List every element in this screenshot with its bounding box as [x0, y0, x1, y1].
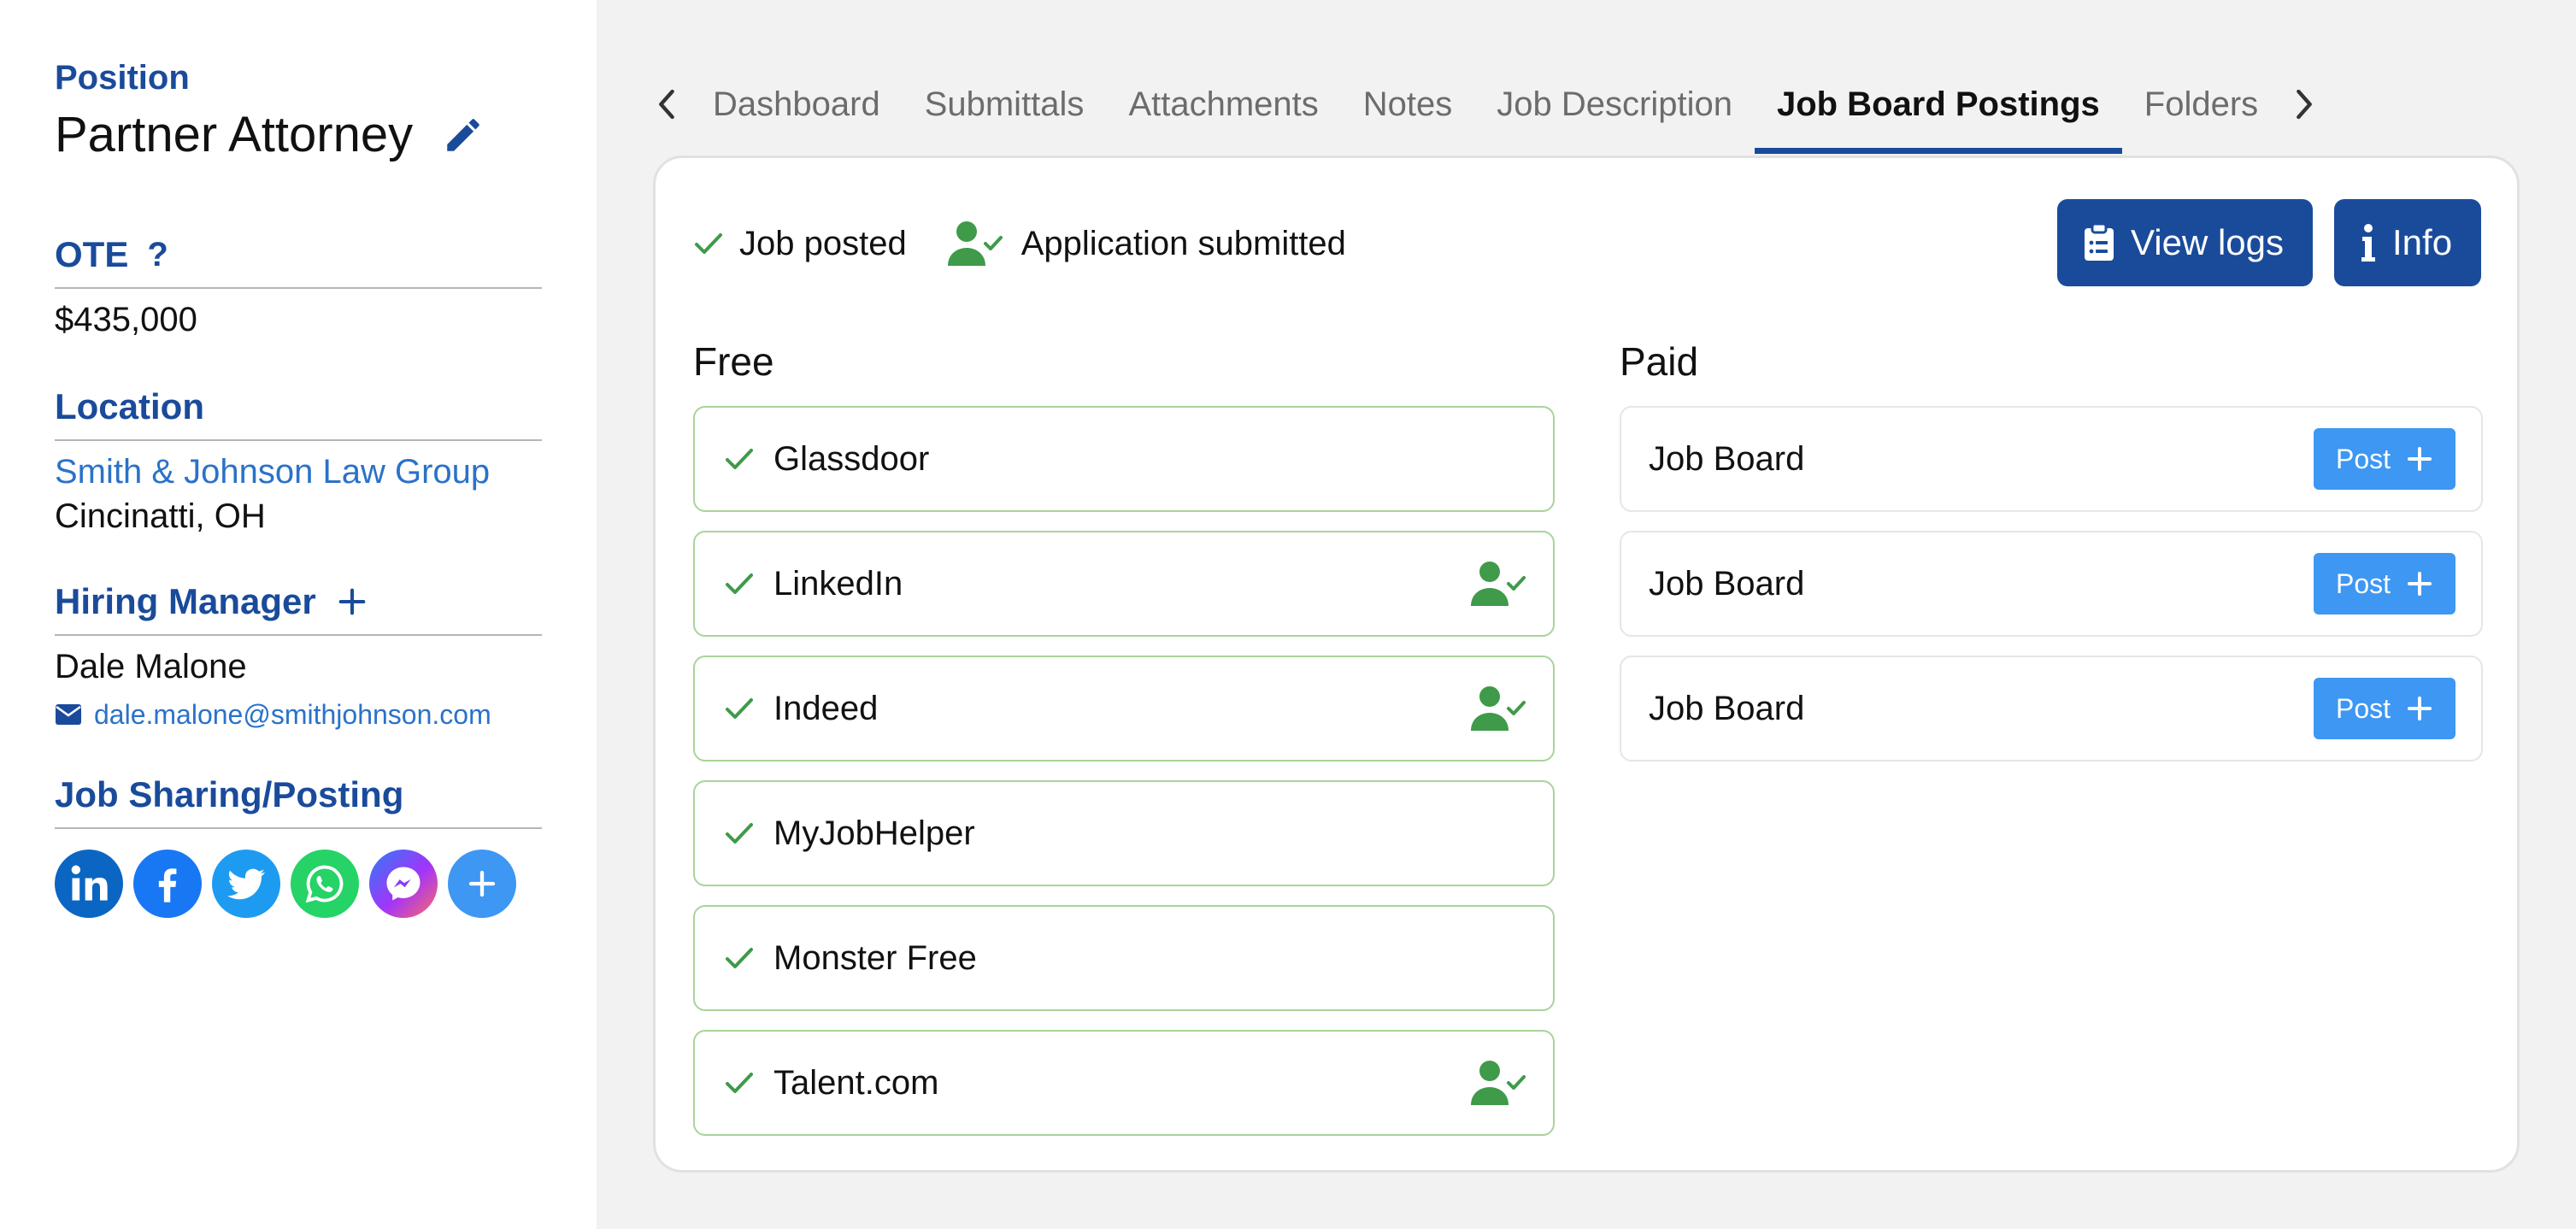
ote-label: OTE [55, 234, 129, 274]
ote-section: OTE ? $435,000 [55, 232, 542, 342]
user-check-icon [1471, 562, 1526, 606]
tab-attachments[interactable]: Attachments [1106, 74, 1340, 154]
free-board-name: LinkedIn [773, 564, 903, 603]
info-label: Info [2392, 222, 2453, 262]
job-sidebar: Position Partner Attorney OTE ? $435,000… [0, 0, 597, 1229]
post-label: Post [2335, 443, 2391, 474]
tab-job-board-postings[interactable]: Job Board Postings [1754, 74, 2122, 154]
location-label: Location [55, 386, 204, 426]
plus-icon [2408, 697, 2432, 720]
check-icon [726, 449, 753, 469]
free-board-row[interactable]: Talent.com [693, 1030, 1555, 1136]
clipboard-list-icon [2085, 223, 2114, 261]
free-board-row[interactable]: Monster Free [693, 905, 1555, 1011]
free-board-row[interactable]: LinkedIn [693, 531, 1555, 637]
tab-folders[interactable]: Folders [2122, 74, 2280, 154]
facebook-icon[interactable] [133, 850, 202, 918]
post-button[interactable]: Post [2314, 428, 2455, 490]
social-share-row [55, 850, 542, 918]
twitter-icon[interactable] [212, 850, 280, 918]
view-logs-button[interactable]: View logs [2057, 199, 2313, 286]
whatsapp-icon[interactable] [291, 850, 359, 918]
edit-pencil-icon[interactable] [442, 114, 485, 156]
legend-job-posted: Job posted [739, 225, 907, 262]
position-label: Position [55, 59, 190, 97]
paid-board-name: Job Board [1649, 564, 1805, 603]
post-label: Post [2335, 567, 2391, 599]
tab-notes[interactable]: Notes [1341, 74, 1475, 154]
position-section: Position Partner Attorney [55, 56, 542, 166]
ote-value: $435,000 [55, 301, 197, 338]
post-label: Post [2335, 692, 2391, 724]
check-icon [726, 948, 753, 968]
manager-email[interactable]: dale.malone@smithjohnson.com [94, 696, 491, 733]
hiring-manager-label: Hiring Manager [55, 581, 316, 621]
tab-scroll-left-icon[interactable] [643, 74, 691, 135]
tab-submittals[interactable]: Submittals [903, 74, 1107, 154]
user-check-icon [1471, 686, 1526, 731]
check-icon [726, 698, 753, 719]
hiring-manager-section: Hiring Manager Dale Malone dale.malone@s… [55, 579, 542, 733]
ote-help-icon[interactable]: ? [147, 232, 168, 277]
paid-board-row: Job Board Post [1620, 531, 2483, 637]
messenger-icon[interactable] [369, 850, 438, 918]
plus-icon [2408, 447, 2432, 471]
free-board-row[interactable]: MyJobHelper [693, 780, 1555, 886]
location-city: Cincinatti, OH [55, 497, 266, 535]
user-check-icon [1471, 1061, 1526, 1105]
position-title: Partner Attorney [55, 107, 414, 162]
manager-name: Dale Malone [55, 648, 247, 685]
paid-column-title: Paid [1620, 339, 1699, 384]
check-icon [726, 1073, 753, 1093]
free-board-name: Monster Free [773, 938, 977, 977]
plus-icon [2408, 572, 2432, 596]
job-board-postings-panel: Job posted Application submitted View lo… [653, 156, 2520, 1173]
user-check-icon [947, 221, 1003, 266]
post-button[interactable]: Post [2314, 553, 2455, 614]
paid-board-row: Job Board Post [1620, 406, 2483, 512]
free-board-name: Talent.com [773, 1063, 939, 1102]
free-board-name: MyJobHelper [773, 814, 975, 852]
info-button[interactable]: Info [2334, 199, 2482, 286]
manager-email-row[interactable]: dale.malone@smithjohnson.com [55, 696, 542, 733]
check-icon [726, 573, 753, 594]
free-board-name: Indeed [773, 689, 879, 727]
post-button[interactable]: Post [2314, 678, 2455, 739]
tab-scroll-right-icon[interactable] [2280, 74, 2328, 135]
location-section: Location Smith & Johnson Law Group Cinci… [55, 385, 542, 538]
check-icon [695, 233, 722, 254]
info-icon [2361, 224, 2375, 262]
add-share-icon[interactable] [448, 850, 516, 918]
legend-application-submitted: Application submitted [1020, 225, 1346, 262]
check-icon [726, 823, 753, 844]
view-logs-label: View logs [2131, 222, 2284, 262]
paid-board-name: Job Board [1649, 689, 1805, 727]
tab-job-description[interactable]: Job Description [1474, 74, 1755, 154]
tab-dashboard[interactable]: Dashboard [691, 74, 903, 154]
linkedin-icon[interactable] [55, 850, 123, 918]
company-link[interactable]: Smith & Johnson Law Group [55, 450, 542, 494]
envelope-icon [56, 704, 81, 725]
tab-bar: Dashboard Submittals Attachments Notes J… [643, 74, 2523, 154]
paid-board-row: Job Board Post [1620, 656, 2483, 762]
free-board-row[interactable]: Indeed [693, 656, 1555, 762]
paid-board-name: Job Board [1649, 439, 1805, 478]
job-sharing-section: Job Sharing/Posting [55, 773, 542, 918]
status-legend: Job posted Application submitted [693, 218, 1346, 269]
free-board-row[interactable]: Glassdoor [693, 406, 1555, 512]
free-column-title: Free [693, 339, 774, 384]
add-manager-icon[interactable] [335, 585, 369, 619]
job-sharing-label: Job Sharing/Posting [55, 774, 404, 814]
free-board-name: Glassdoor [773, 439, 930, 478]
